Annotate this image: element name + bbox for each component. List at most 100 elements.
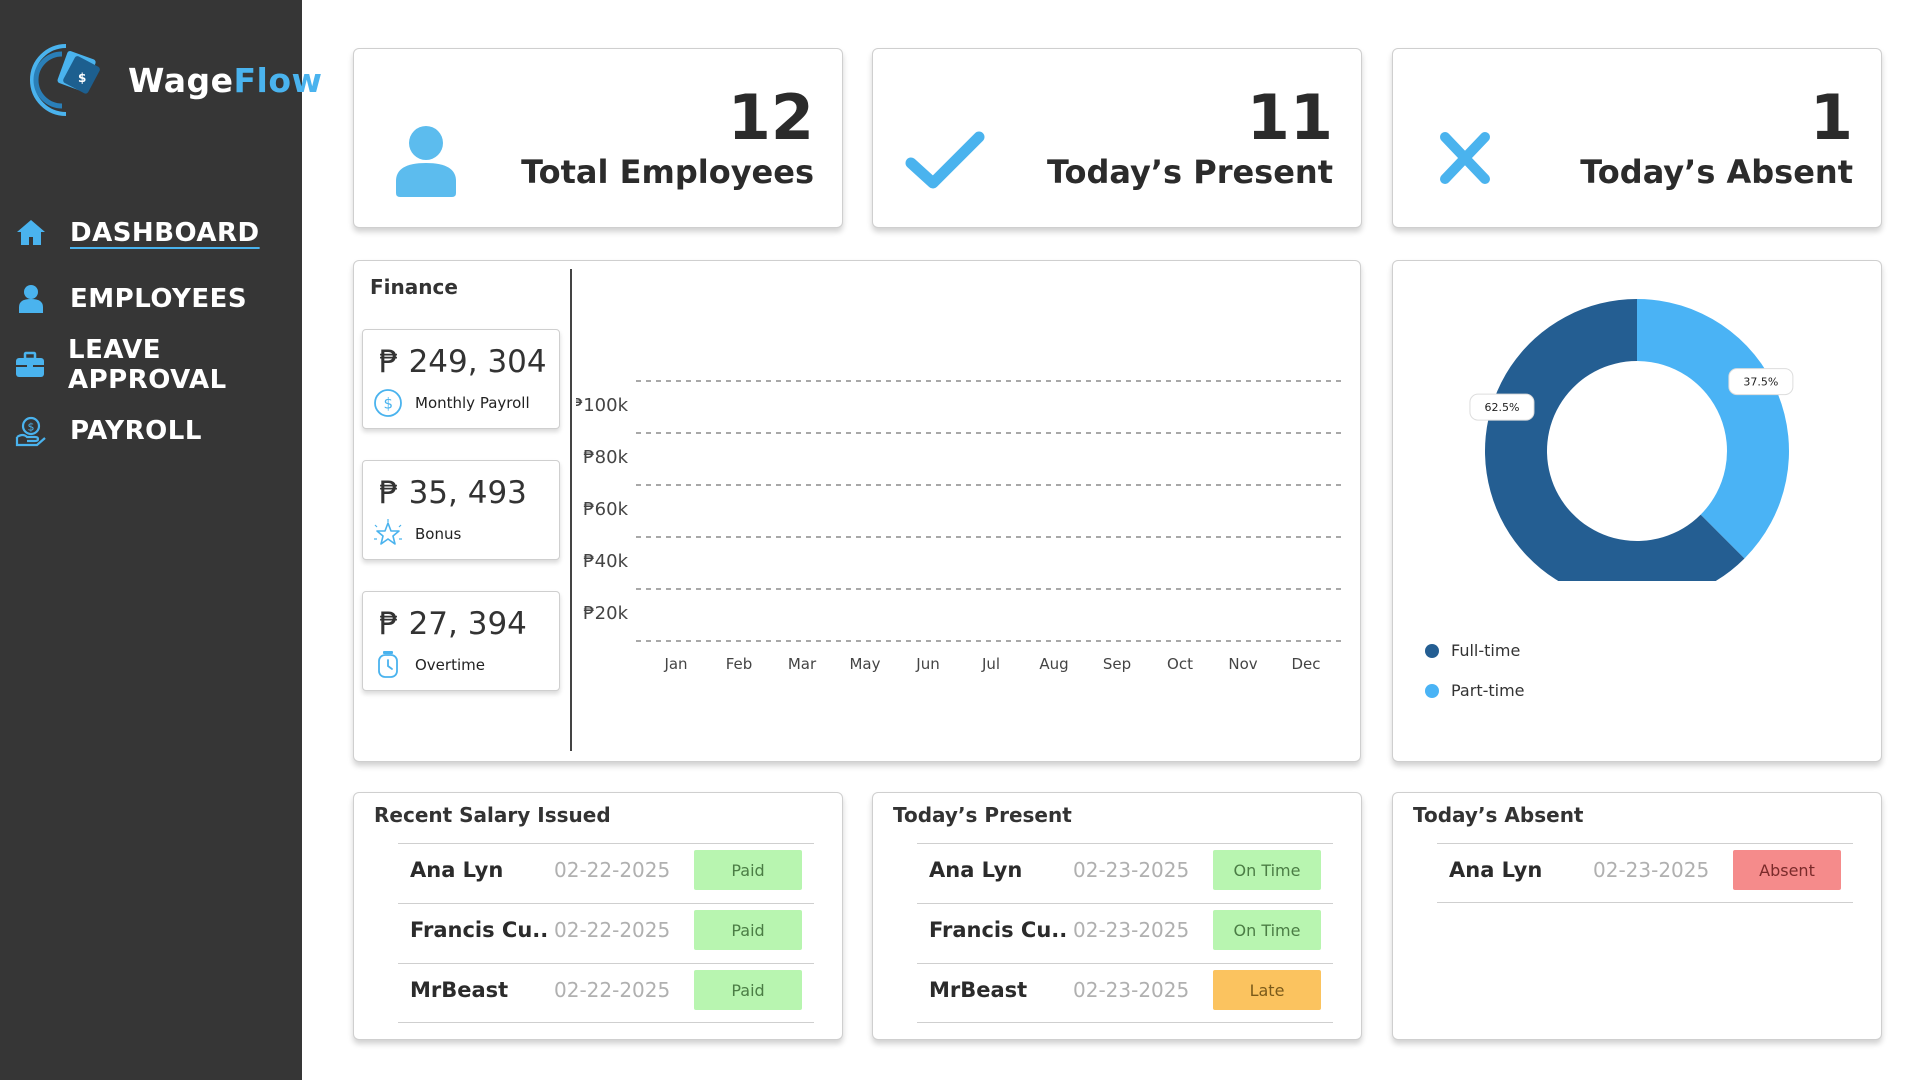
brand-logo[interactable]: $ WageFlow xyxy=(26,40,323,120)
sidebar: $ WageFlow DASHBOARD EMPLOYEES LEAVE APP… xyxy=(0,0,322,1080)
absent-table: Ana Lyn 02-23-2025 Absent xyxy=(1437,843,1853,903)
todays-present-panel: Today’s Present Ana Lyn 02-23-2025 On Time… xyxy=(872,792,1362,1040)
sidebar-item-employees[interactable]: EMPLOYEES xyxy=(14,266,302,332)
table-row[interactable]: Ana Lyn 02-22-2025 Paid xyxy=(398,843,814,903)
x-tick-label: Mar xyxy=(788,655,817,673)
x-tick-label: Oct xyxy=(1167,655,1193,673)
briefcase-icon xyxy=(14,348,46,382)
employee-name: Ana Lyn xyxy=(929,858,1023,882)
employee-name: Ana Lyn xyxy=(1449,858,1543,882)
stopwatch-icon xyxy=(378,651,398,678)
table-row[interactable]: Ana Lyn 02-23-2025 On Time xyxy=(917,843,1333,903)
brand-name: WageFlow xyxy=(128,61,323,100)
fin-label: Overtime xyxy=(415,656,485,674)
status-badge: On Time xyxy=(1213,910,1321,950)
stat-label: Total Employees xyxy=(521,153,814,191)
stat-card-todays-present: 11 Today’s Present xyxy=(872,48,1362,228)
record-date: 02-22-2025 xyxy=(554,978,671,1002)
fin-amount: ₱ 35, 493 xyxy=(379,475,527,511)
stat-card-todays-absent: 1 Today’s Absent xyxy=(1392,48,1882,228)
home-icon xyxy=(14,216,48,250)
user-icon xyxy=(14,282,48,316)
y-tick-label: ₱20k xyxy=(583,603,628,624)
x-icon xyxy=(1440,132,1490,184)
x-tick-label: Jan xyxy=(663,655,687,673)
x-tick-label: Nov xyxy=(1228,655,1257,673)
status-badge: Paid xyxy=(694,970,802,1010)
svg-text:$: $ xyxy=(78,71,86,85)
recent-salary-panel: Recent Salary Issued Ana Lyn 02-22-2025 Pa… xyxy=(353,792,843,1040)
y-tick-label: ₱60k xyxy=(583,499,628,520)
dollar-circle-icon: $ xyxy=(374,389,402,417)
stat-value: 1 xyxy=(1809,81,1853,154)
donut-slice-part-time[interactable] xyxy=(1637,299,1789,559)
status-badge: Late xyxy=(1213,970,1321,1010)
slice-percent-text: 62.5% xyxy=(1484,401,1519,414)
record-date: 02-23-2025 xyxy=(1073,858,1190,882)
user-icon xyxy=(396,126,456,197)
finance-line-chart: ₱100k ₱80k ₱60k ₱40k ₱20k Jan Feb Mar May Jun Jul A… xyxy=(576,380,1346,673)
x-tick-label: Aug xyxy=(1039,655,1068,673)
payroll-hand-icon: $ xyxy=(14,414,48,448)
slice-percent-label: 62.5% xyxy=(1469,393,1535,421)
fin-label: Monthly Payroll xyxy=(415,394,530,412)
finance-panel: Finance ₱ 249, 304 $ Monthly Payroll ₱ 3… xyxy=(353,260,1361,762)
record-date: 02-23-2025 xyxy=(1073,978,1190,1002)
y-tick-label: ₱40k xyxy=(583,551,628,572)
stat-value: 11 xyxy=(1246,81,1333,154)
sidebar-item-label: LEAVE APPROVAL xyxy=(68,335,227,395)
employee-name: Francis Cu.. xyxy=(410,918,549,942)
record-date: 02-23-2025 xyxy=(1073,918,1190,942)
table-row[interactable]: Francis Cu.. 02-23-2025 On Time xyxy=(917,903,1333,963)
sidebar-nav: DASHBOARD EMPLOYEES LEAVE APPROVAL $ PAY… xyxy=(14,200,302,464)
table-row[interactable]: MrBeast 02-23-2025 Late xyxy=(917,963,1333,1023)
sidebar-item-leave-approval[interactable]: LEAVE APPROVAL xyxy=(14,332,302,398)
employment-type-panel: 37.5% 62.5% Full-time Part-time xyxy=(1392,260,1882,762)
legend-part-time: Part-time xyxy=(1425,681,1525,700)
stat-card-total-employees: 12 Total Employees xyxy=(353,48,843,228)
check-icon xyxy=(905,131,985,189)
employee-name: MrBeast xyxy=(929,978,1028,1002)
monthly-payroll-card[interactable]: ₱ 249, 304 $ Monthly Payroll xyxy=(362,329,560,429)
legend-label: Full-time xyxy=(1451,641,1521,660)
record-date: 02-22-2025 xyxy=(554,858,671,882)
table-row[interactable]: Ana Lyn 02-23-2025 Absent xyxy=(1437,843,1853,903)
sidebar-item-label: DASHBOARD xyxy=(70,218,260,248)
fin-label: Bonus xyxy=(415,525,462,543)
bonus-card[interactable]: ₱ 35, 493 Bonus xyxy=(362,460,560,560)
fin-amount: ₱ 249, 304 xyxy=(379,344,547,380)
employee-name: Francis Cu.. xyxy=(929,918,1068,942)
table-title: Today’s Present xyxy=(893,803,1072,827)
stat-value: 12 xyxy=(727,81,814,154)
employee-name: Ana Lyn xyxy=(410,858,504,882)
employment-donut-chart: 37.5% 62.5% xyxy=(1469,299,1794,581)
slice-percent-text: 37.5% xyxy=(1743,376,1778,389)
sidebar-item-payroll[interactable]: $ PAYROLL xyxy=(14,398,302,464)
x-tick-label: Jul xyxy=(981,655,1000,673)
employee-name: MrBeast xyxy=(410,978,509,1002)
legend-label: Part-time xyxy=(1451,681,1525,700)
stat-label: Today’s Present xyxy=(1046,153,1333,191)
x-tick-label: Sep xyxy=(1103,655,1131,673)
x-tick-label: May xyxy=(849,655,880,673)
fin-amount: ₱ 27, 394 xyxy=(379,606,527,642)
brand-prefix: Wage xyxy=(128,60,234,100)
table-row[interactable]: MrBeast 02-22-2025 Paid xyxy=(398,963,814,1023)
record-date: 02-23-2025 xyxy=(1593,858,1710,882)
status-badge: On Time xyxy=(1213,850,1321,890)
wageflow-logo-icon: $ xyxy=(30,44,100,116)
svg-text:$: $ xyxy=(384,395,394,413)
stat-label: Today’s Absent xyxy=(1580,153,1853,191)
status-badge: Paid xyxy=(694,850,802,890)
y-tick-label: ₱80k xyxy=(583,447,628,468)
star-icon xyxy=(374,519,402,545)
table-row[interactable]: Francis Cu.. 02-22-2025 Paid xyxy=(398,903,814,963)
todays-absent-panel: Today’s Absent Ana Lyn 02-23-2025 Absent xyxy=(1392,792,1882,1040)
sidebar-item-label: PAYROLL xyxy=(70,416,202,446)
overtime-card[interactable]: ₱ 27, 394 Overtime xyxy=(362,591,560,691)
legend-full-time: Full-time xyxy=(1425,641,1520,660)
table-title: Recent Salary Issued xyxy=(374,803,611,827)
finance-divider xyxy=(570,269,572,751)
sidebar-item-dashboard[interactable]: DASHBOARD xyxy=(14,200,302,266)
legend-dot xyxy=(1425,683,1439,698)
